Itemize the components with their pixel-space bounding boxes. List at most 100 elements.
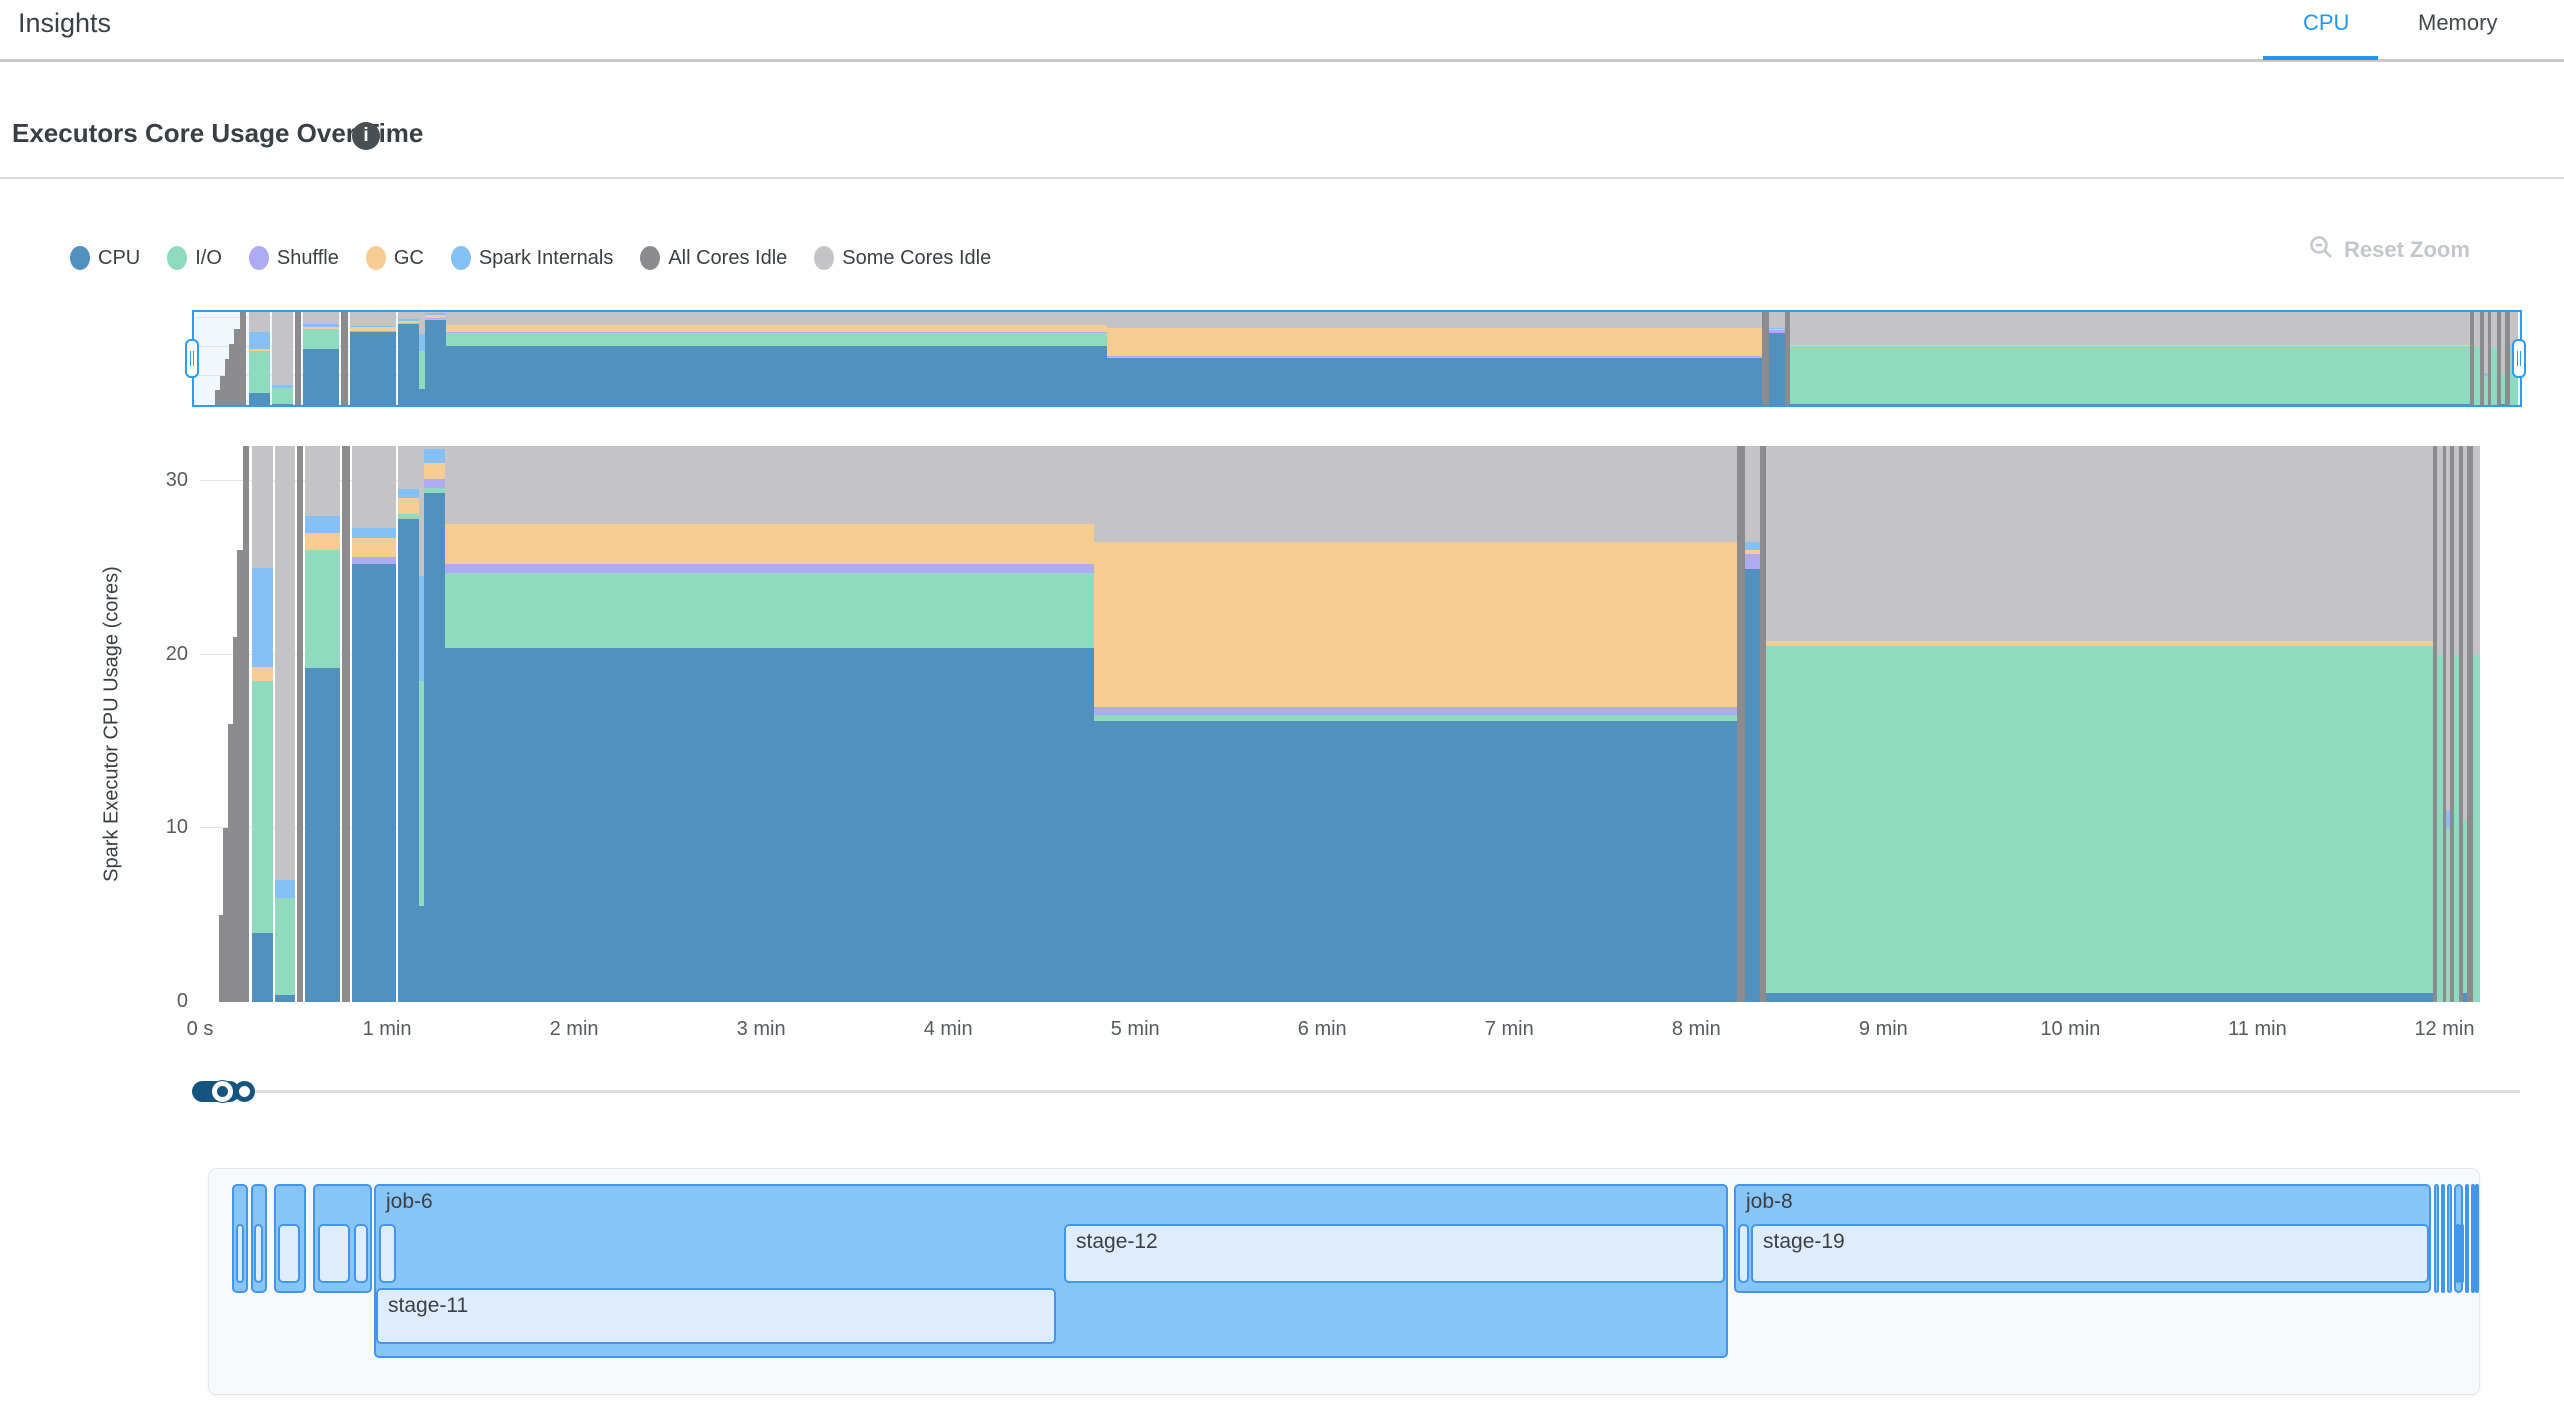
tab-memory[interactable]: Memory <box>2418 10 2497 36</box>
zoom-slider-track[interactable] <box>252 1090 2520 1093</box>
chart-segment-gc <box>350 327 396 330</box>
legend-dot-some_idle <box>814 246 834 270</box>
job-bar[interactable] <box>2465 1184 2469 1293</box>
chart-segment-io <box>275 898 296 995</box>
zoom-slider-handle-left[interactable] <box>212 1081 233 1102</box>
stage-bar[interactable] <box>236 1224 244 1283</box>
x-tick-label-10: 10 min <box>2040 1018 2100 1041</box>
chart-segment-cpu <box>398 519 419 1002</box>
chart-segment-io <box>303 329 339 349</box>
main-chart-plot[interactable] <box>200 446 2480 1002</box>
chart-segment-some_idle <box>1094 446 1737 542</box>
legend-item-cpu[interactable]: CPU <box>70 246 140 270</box>
chart-segment-io <box>446 333 1107 345</box>
x-tick-label-9: 9 min <box>1859 1018 1908 1041</box>
chart-segment-some_idle <box>252 446 273 568</box>
stage-bar[interactable] <box>354 1224 368 1283</box>
zoom-slider-handle-right[interactable] <box>234 1081 255 1102</box>
chart-segment-gc <box>1107 328 1762 356</box>
chart-segment-gc <box>1769 329 1784 330</box>
chart-segment-cpu <box>425 320 446 405</box>
chart-segment-some_idle <box>2473 446 2480 655</box>
chart-segment-spark <box>398 489 419 498</box>
chart-legend: CPU I/O Shuffle GC Spark Internals All Cores … <box>70 246 991 270</box>
chart-segment-gc <box>305 533 341 550</box>
chart-segment-gc <box>303 327 339 330</box>
chart-segment-io <box>1790 345 2470 403</box>
legend-label-spark: Spark Internals <box>479 247 614 270</box>
stage-bar-stage-11[interactable]: stage-11 <box>376 1288 1056 1344</box>
chart-segment-some_idle <box>249 312 270 332</box>
chart-segment-io <box>1107 357 1762 358</box>
stage-bar[interactable] <box>2460 1224 2464 1283</box>
x-tick-label-3: 3 min <box>737 1018 786 1041</box>
tab-cpu[interactable]: CPU <box>2303 10 2349 36</box>
chart-segment-io <box>398 323 419 324</box>
info-icon[interactable]: i <box>352 122 380 150</box>
chart-segment-some_idle <box>1766 446 2434 641</box>
chart-segment-cpu <box>275 995 296 1002</box>
chart-segment-io <box>1766 646 2434 994</box>
chart-segment-spark <box>425 313 446 315</box>
chart-segment-io <box>425 319 446 320</box>
brush-handle-left[interactable] <box>185 339 199 378</box>
stage-bar[interactable] <box>379 1224 396 1283</box>
chart-segment-io <box>252 681 273 933</box>
chart-segment-some_idle <box>275 446 296 880</box>
job-bar[interactable] <box>2447 1184 2452 1293</box>
stage-bar-stage-12[interactable]: stage-12 <box>1064 1224 1725 1283</box>
legend-label-all_idle: All Cores Idle <box>668 247 787 270</box>
legend-item-io[interactable]: I/O <box>167 246 222 270</box>
x-tick-label-6: 6 min <box>1298 1018 1347 1041</box>
stage-bar[interactable] <box>318 1224 350 1283</box>
chart-segment-cpu <box>1790 404 2470 405</box>
chart-segment-io <box>445 573 1094 648</box>
chart-segment-cpu <box>303 349 339 405</box>
x-tick-label-2: 2 min <box>550 1018 599 1041</box>
legend-item-spark[interactable]: Spark Internals <box>451 246 614 270</box>
chart-segment-some_idle <box>398 446 419 489</box>
brush-handle-right[interactable] <box>2512 339 2526 378</box>
job-label-job-8: job-8 <box>1746 1190 1793 1214</box>
chart-segment-shuffle <box>350 331 396 332</box>
x-tick-label-0: 0 s <box>187 1018 214 1041</box>
reset-zoom-button[interactable]: Reset Zoom <box>2308 234 2470 266</box>
y-tick-label-30: 30 <box>128 469 188 492</box>
job-timeline-panel: job-6stage-12stage-11job-8stage-19 <box>208 1168 2480 1395</box>
legend-label-io: I/O <box>195 247 222 270</box>
stage-bar[interactable] <box>254 1224 263 1283</box>
stage-bar[interactable] <box>278 1224 300 1283</box>
legend-item-shuffle[interactable]: Shuffle <box>249 246 339 270</box>
stage-label-stage-19: stage-19 <box>1763 1230 1845 1254</box>
chart-segment-spark <box>249 332 270 349</box>
legend-item-some_idle[interactable]: Some Cores Idle <box>814 246 991 270</box>
chart-segment-gc <box>249 349 270 351</box>
chart-segment-spark <box>1769 328 1784 329</box>
legend-label-cpu: CPU <box>98 247 140 270</box>
insights-page: Insights CPU Memory Executors Core Usage… <box>0 0 2564 1404</box>
chart-segment-spark <box>272 385 293 388</box>
chart-segment-spark <box>275 880 296 897</box>
legend-item-all_idle[interactable]: All Cores Idle <box>640 246 787 270</box>
chart-segment-some_idle <box>1745 446 1760 542</box>
section-divider <box>0 177 2564 179</box>
zoom-out-icon <box>2308 234 2334 266</box>
stage-bar[interactable] <box>1738 1224 1749 1283</box>
job-bar[interactable] <box>2441 1184 2445 1293</box>
chart-segment-spark <box>350 326 396 328</box>
job-bar[interactable] <box>2434 1184 2439 1293</box>
legend-item-gc[interactable]: GC <box>366 246 424 270</box>
active-tab-underline <box>2263 56 2378 60</box>
stage-label-stage-11: stage-11 <box>388 1294 468 1318</box>
chart-segment-some_idle <box>398 312 419 319</box>
chart-segment-cpu <box>1769 333 1784 405</box>
page-title: Insights <box>18 8 111 39</box>
chart-segment-io <box>424 488 445 493</box>
header-divider <box>0 59 2564 62</box>
stage-bar-stage-19[interactable]: stage-19 <box>1751 1224 2429 1283</box>
chart-segment-shuffle <box>424 479 445 488</box>
chart-segment-shuffle <box>446 332 1107 333</box>
chart-segment-gc <box>1745 550 1760 553</box>
chart-segment-gc <box>445 524 1094 564</box>
job-bar[interactable] <box>2475 1184 2479 1293</box>
